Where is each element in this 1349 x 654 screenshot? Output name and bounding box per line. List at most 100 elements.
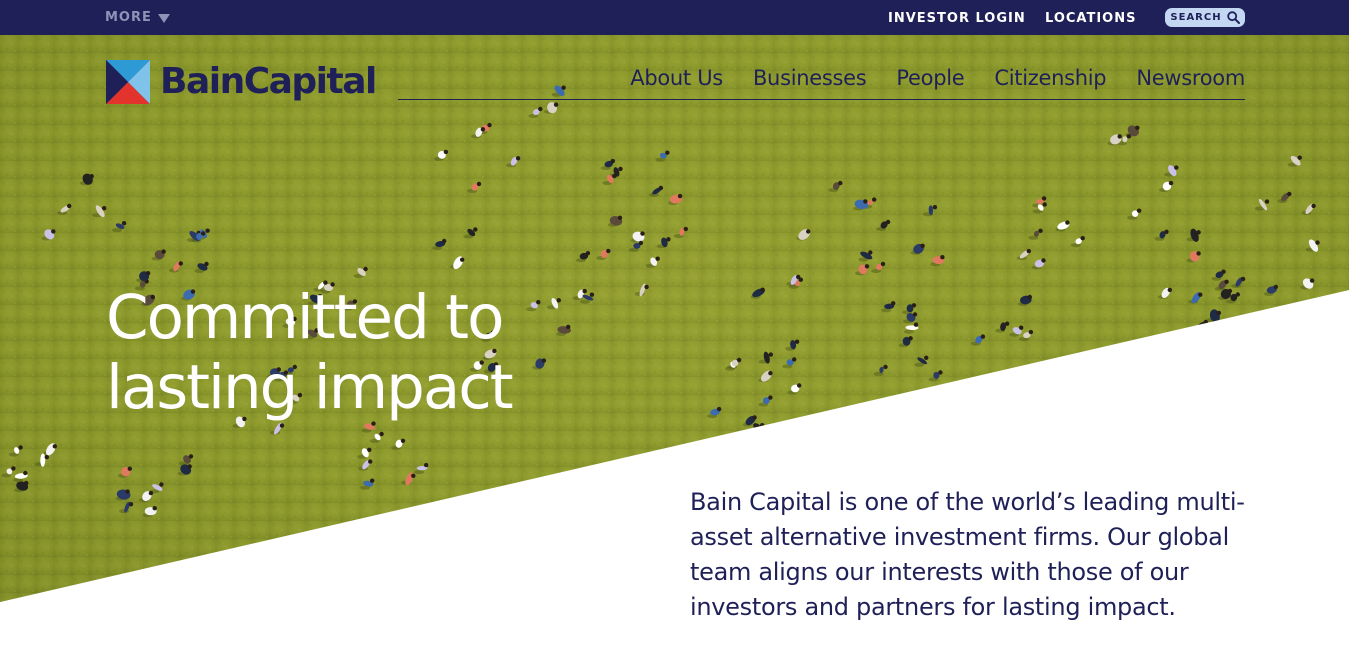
search-label: SEARCH (1170, 12, 1222, 23)
person-head (792, 357, 797, 362)
caret-down-icon (157, 13, 170, 23)
person-head (589, 292, 595, 297)
person-head (51, 229, 56, 234)
person-head (178, 261, 183, 266)
nav-people[interactable]: People (896, 62, 964, 94)
person-head (18, 445, 23, 450)
person-head (1080, 236, 1085, 241)
person-head (1235, 292, 1241, 297)
person-head (655, 256, 660, 261)
person-head (1287, 191, 1292, 197)
person-head (52, 444, 57, 449)
person-head (665, 150, 670, 155)
person-head (734, 444, 739, 449)
person-head (760, 287, 765, 292)
person-head (1135, 125, 1140, 130)
person-head (541, 358, 547, 363)
person-head (1041, 258, 1046, 263)
person-head (693, 447, 698, 452)
person-head (872, 197, 877, 202)
person-head (1028, 329, 1034, 335)
person-head (411, 473, 416, 478)
person-head (640, 231, 645, 236)
person-head (658, 185, 664, 191)
search-icon (1226, 11, 1240, 24)
person-head (1221, 269, 1226, 274)
bain-capital-logo[interactable]: BainCapital (106, 60, 377, 104)
nav-newsroom[interactable]: Newsroom (1136, 62, 1245, 94)
person-head (760, 423, 765, 428)
person-head (1019, 325, 1024, 330)
person-shadow (914, 362, 925, 367)
person-figure (726, 445, 739, 455)
person-head (638, 240, 644, 246)
person-head (1167, 287, 1173, 293)
person-head (768, 371, 773, 376)
logo-wordmark: BainCapital (160, 61, 377, 102)
person-head (838, 180, 843, 186)
person-head (754, 434, 759, 440)
person-head (1027, 294, 1033, 300)
person-head (752, 415, 757, 420)
person-head (1264, 199, 1270, 204)
person-head (880, 261, 886, 267)
person-figure (1122, 136, 1128, 143)
person-head (1224, 279, 1229, 284)
person-figure (749, 436, 756, 444)
person-head (553, 102, 559, 107)
person-head (920, 243, 925, 248)
nav-about-us[interactable]: About Us (630, 62, 723, 94)
hero-section: BainCapital About Us Businesses People C… (0, 35, 1349, 654)
person-head (716, 406, 722, 412)
person-head (1196, 230, 1201, 235)
person-head (536, 300, 541, 305)
more-menu[interactable]: MORE (105, 0, 170, 35)
nav-citizenship[interactable]: Citizenship (994, 62, 1106, 94)
person-head (883, 364, 888, 370)
person-head (379, 431, 384, 437)
person-head (201, 231, 206, 236)
person-head (911, 303, 917, 308)
person-head (736, 357, 742, 363)
person-head (159, 482, 164, 487)
person-head (67, 203, 72, 209)
person-head (753, 430, 759, 435)
person-head (932, 205, 938, 210)
person-head (606, 248, 611, 254)
person-head (1297, 155, 1302, 160)
person-head (23, 470, 28, 476)
person-head (121, 221, 127, 226)
search-button[interactable]: SEARCH (1165, 8, 1245, 27)
headline-line-1: Committed to (106, 282, 504, 353)
person-head (768, 395, 773, 400)
person-figure (746, 431, 758, 440)
person-head (460, 257, 465, 262)
person-head (885, 219, 891, 225)
person-head (644, 284, 649, 290)
locations-link[interactable]: LOCATIONS (1045, 0, 1136, 35)
investor-login-link[interactable]: INVESTOR LOGIN (888, 0, 1026, 35)
person-shadow (744, 437, 755, 442)
person-head (187, 464, 192, 469)
person-head (742, 460, 748, 465)
person-head (980, 334, 986, 339)
nav-businesses[interactable]: Businesses (753, 62, 867, 94)
hero-headline: Committed to lasting impact (106, 282, 514, 423)
person-head (864, 264, 870, 269)
person-head (1026, 248, 1032, 254)
person-shadow (724, 451, 735, 456)
person-head (205, 228, 210, 233)
person-head (1042, 202, 1047, 207)
person-head (1311, 203, 1316, 209)
person-head (148, 490, 154, 496)
person-figure (688, 449, 695, 456)
person-head (666, 237, 671, 242)
person-head (1198, 292, 1203, 297)
person-head (863, 199, 868, 204)
person-head (443, 149, 449, 155)
person-head (487, 122, 492, 128)
person-head (128, 502, 134, 507)
person-head (363, 266, 368, 272)
person-shadow (579, 299, 590, 304)
person-head (556, 298, 561, 303)
